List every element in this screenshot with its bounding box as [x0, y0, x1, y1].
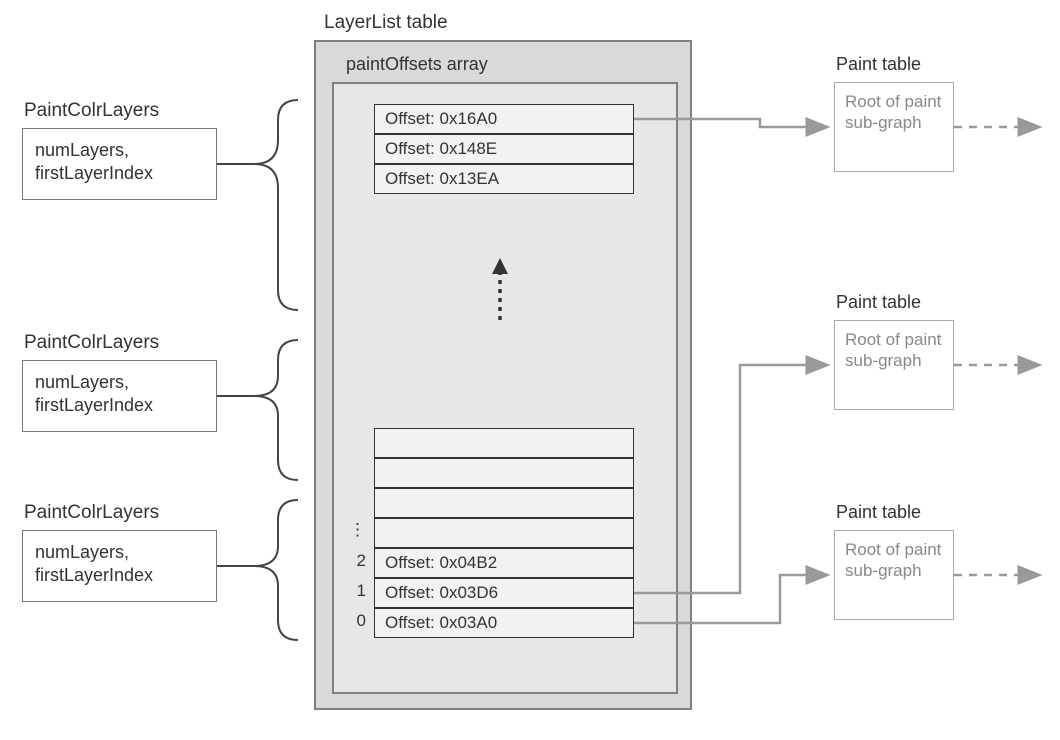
- diagram-canvas: LayerList table paintOffsets array Offse…: [0, 0, 1060, 740]
- right-arrows-svg: [0, 0, 1060, 740]
